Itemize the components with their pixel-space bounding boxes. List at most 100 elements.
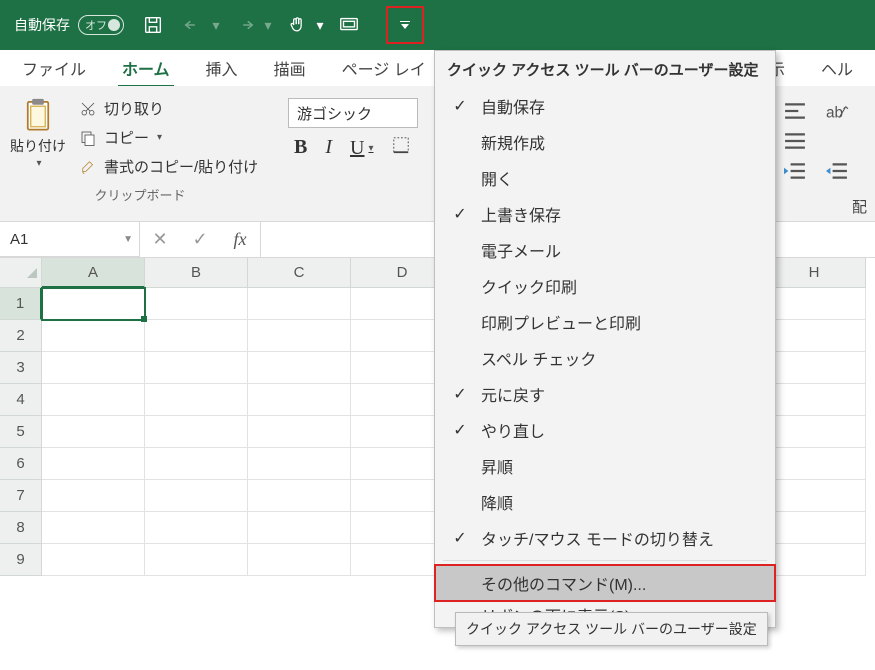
cell[interactable]	[145, 288, 248, 320]
paste-button[interactable]: 貼り付け ▾	[6, 92, 70, 179]
cell[interactable]	[248, 384, 351, 416]
cell[interactable]	[145, 384, 248, 416]
italic-button[interactable]: I	[325, 136, 332, 160]
screen-reader-button[interactable]	[332, 8, 366, 42]
name-box[interactable]: A1 ▼	[0, 222, 140, 257]
chevron-down-icon[interactable]: ▾	[314, 17, 326, 34]
cell[interactable]	[145, 352, 248, 384]
tab-draw[interactable]: 描画	[256, 50, 324, 86]
cell[interactable]	[42, 384, 145, 416]
qat-menu-item[interactable]: スペル チェック	[435, 340, 775, 376]
row-head[interactable]: 1	[0, 288, 42, 320]
chevron-down-icon[interactable]: ▾	[210, 17, 222, 34]
cell[interactable]	[145, 416, 248, 448]
format-painter-button[interactable]: 書式のコピー/貼り付け	[74, 154, 262, 179]
cell[interactable]	[248, 416, 351, 448]
col-head-b[interactable]: B	[145, 258, 248, 288]
enter-formula-button[interactable]: ✓	[180, 229, 220, 250]
col-head-c[interactable]: C	[248, 258, 351, 288]
qat-menu-item[interactable]: 降順	[435, 484, 775, 520]
cell[interactable]	[763, 512, 866, 544]
customize-qat-button[interactable]	[390, 10, 420, 40]
cell[interactable]	[42, 480, 145, 512]
tab-home[interactable]: ホーム	[104, 50, 188, 86]
border-button[interactable]	[392, 136, 410, 160]
qat-menu-item[interactable]: 開く	[435, 160, 775, 196]
cell[interactable]	[42, 288, 145, 320]
autosave-toggle[interactable]: 自動保存 オフ	[8, 15, 130, 35]
cell[interactable]	[145, 512, 248, 544]
copy-button[interactable]: コピー ▾	[74, 125, 262, 150]
chevron-down-icon[interactable]: ▾	[157, 132, 162, 143]
row-head[interactable]: 5	[0, 416, 42, 448]
col-head-h[interactable]: H	[763, 258, 866, 288]
qat-menu-item[interactable]: 新規作成	[435, 124, 775, 160]
cell[interactable]	[763, 544, 866, 576]
chevron-down-icon[interactable]: ▾	[368, 143, 373, 154]
cell[interactable]	[763, 384, 866, 416]
chevron-down-icon[interactable]: ▾	[262, 17, 274, 34]
select-all-corner[interactable]	[0, 258, 42, 288]
row-head[interactable]: 7	[0, 480, 42, 512]
cell[interactable]	[42, 512, 145, 544]
insert-function-button[interactable]: fx	[220, 229, 260, 250]
qat-menu-item[interactable]: 昇順	[435, 448, 775, 484]
cell[interactable]	[763, 352, 866, 384]
cell[interactable]	[763, 448, 866, 480]
cell[interactable]	[145, 480, 248, 512]
cancel-formula-button[interactable]: ✕	[140, 229, 180, 250]
cell[interactable]	[42, 352, 145, 384]
increase-indent-icon[interactable]	[823, 160, 851, 182]
touch-mode-button[interactable]: ▾	[280, 8, 326, 42]
cell[interactable]	[42, 448, 145, 480]
cell[interactable]	[248, 352, 351, 384]
chevron-down-icon[interactable]: ▼	[123, 234, 133, 245]
chevron-down-icon[interactable]: ▾	[36, 158, 41, 169]
cell[interactable]	[763, 320, 866, 352]
cell[interactable]	[763, 480, 866, 512]
cell[interactable]	[42, 544, 145, 576]
cell[interactable]	[42, 416, 145, 448]
qat-menu-item[interactable]: ✓上書き保存	[435, 196, 775, 232]
align-left-icon[interactable]	[781, 100, 809, 122]
bold-button[interactable]: B	[294, 136, 307, 160]
row-head[interactable]: 8	[0, 512, 42, 544]
cell[interactable]	[763, 416, 866, 448]
undo-button[interactable]: ▾	[176, 8, 222, 42]
align-justify-icon[interactable]	[781, 130, 809, 152]
cut-button[interactable]: 切り取り	[74, 96, 262, 121]
redo-button[interactable]: ▾	[228, 8, 274, 42]
qat-menu-item[interactable]: クイック印刷	[435, 268, 775, 304]
qat-menu-item[interactable]: ✓元に戻す	[435, 376, 775, 412]
cell[interactable]	[763, 288, 866, 320]
col-head-a[interactable]: A	[42, 258, 145, 288]
cell[interactable]	[145, 448, 248, 480]
tab-file[interactable]: ファイル	[4, 50, 104, 86]
save-button[interactable]	[136, 8, 170, 42]
row-head[interactable]: 3	[0, 352, 42, 384]
cell[interactable]	[248, 480, 351, 512]
cell[interactable]	[248, 544, 351, 576]
row-head[interactable]: 2	[0, 320, 42, 352]
tab-page-layout[interactable]: ページ レイ	[324, 50, 444, 86]
row-head[interactable]: 4	[0, 384, 42, 416]
tab-insert[interactable]: 挿入	[188, 50, 256, 86]
qat-menu-item[interactable]: 電子メール	[435, 232, 775, 268]
row-head[interactable]: 9	[0, 544, 42, 576]
underline-button[interactable]: U ▾	[350, 136, 373, 160]
decrease-indent-icon[interactable]	[781, 160, 809, 182]
cell[interactable]	[42, 320, 145, 352]
font-name-select[interactable]: 游ゴシック	[288, 98, 418, 128]
cell[interactable]	[248, 448, 351, 480]
tab-help[interactable]: ヘル	[803, 50, 871, 86]
cell[interactable]	[248, 512, 351, 544]
qat-menu-item[interactable]: 印刷プレビューと印刷	[435, 304, 775, 340]
qat-more-commands[interactable]: その他のコマンド(M)...	[435, 565, 775, 601]
cell[interactable]	[248, 320, 351, 352]
qat-menu-item[interactable]: ✓タッチ/マウス モードの切り替え	[435, 520, 775, 556]
orientation-icon[interactable]: ab	[823, 100, 851, 122]
toggle-switch[interactable]: オフ	[78, 15, 124, 35]
cell[interactable]	[145, 320, 248, 352]
qat-menu-item[interactable]: ✓自動保存	[435, 88, 775, 124]
qat-menu-item[interactable]: ✓やり直し	[435, 412, 775, 448]
